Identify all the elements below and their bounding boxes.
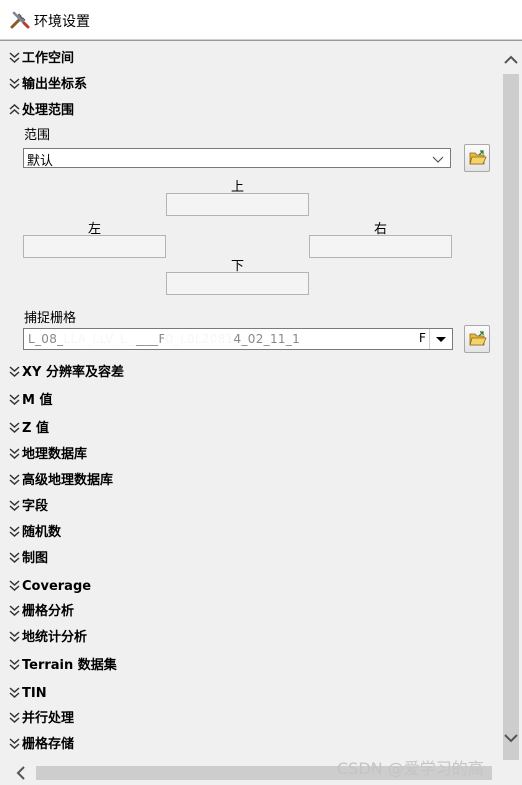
double-chevron-down-icon (8, 365, 21, 377)
section-tin[interactable]: TIN (8, 684, 47, 704)
section-processing-extent[interactable]: 处理范围 (8, 101, 74, 121)
double-chevron-down-icon (8, 579, 21, 591)
extent-left-input[interactable] (23, 235, 166, 258)
section-cartography[interactable]: 制图 (8, 549, 48, 569)
double-chevron-up-icon (8, 103, 21, 115)
section-label: 栅格存储 (22, 737, 75, 752)
title-bar: 环境设置 (0, 0, 522, 40)
snap-raster-value-suffix: F (418, 331, 426, 345)
snap-raster-select[interactable]: L_08_LLA_LLV_L_____F0_L0L20814_02_11_1 F (23, 328, 453, 350)
folder-open-icon (469, 331, 487, 346)
section-xy-resolution[interactable]: XY 分辨率及容差 (8, 363, 124, 383)
section-label: Coverage (22, 579, 92, 594)
double-chevron-down-icon (8, 711, 21, 723)
section-label: 高级地理数据库 (22, 473, 114, 488)
double-chevron-down-icon (8, 421, 21, 433)
double-chevron-down-icon (8, 551, 21, 563)
section-label: 并行处理 (22, 711, 75, 726)
vertical-scroll-thumb[interactable] (503, 74, 519, 762)
tools-icon (9, 9, 31, 31)
scrollbar-corner (500, 760, 522, 785)
section-label: 制图 (22, 551, 49, 566)
double-chevron-down-icon (8, 630, 21, 642)
extent-right-input[interactable] (309, 235, 452, 258)
section-coverage[interactable]: Coverage (8, 577, 91, 597)
section-label: 字段 (22, 499, 49, 514)
double-chevron-down-icon (8, 447, 21, 459)
section-advanced-geodatabase[interactable]: 高级地理数据库 (8, 471, 113, 491)
section-label: Terrain 数据集 (22, 658, 117, 673)
double-chevron-down-icon (8, 604, 21, 616)
section-label: M 值 (22, 393, 53, 408)
extent-range-select[interactable]: 默认 (23, 148, 451, 169)
section-geostatistical-analysis[interactable]: 地统计分析 (8, 628, 87, 648)
watermark: CSDN @爱学习的高 (337, 759, 484, 778)
redaction-mask (372, 331, 424, 348)
section-label: 随机数 (22, 525, 62, 540)
double-chevron-down-icon (8, 525, 21, 537)
double-chevron-down-icon (8, 473, 21, 485)
triangle-down-icon (436, 337, 446, 342)
section-label: 地统计分析 (22, 630, 88, 645)
section-raster-storage[interactable]: 栅格存储 (8, 735, 74, 755)
double-chevron-down-icon (8, 77, 21, 89)
section-label: 地理数据库 (22, 447, 88, 462)
section-label: TIN (22, 686, 47, 701)
section-parallel-processing[interactable]: 并行处理 (8, 709, 74, 729)
section-z-values[interactable]: Z 值 (8, 419, 49, 439)
scroll-down-icon[interactable] (503, 731, 519, 749)
section-fields[interactable]: 字段 (8, 497, 48, 517)
double-chevron-down-icon (8, 737, 21, 749)
double-chevron-down-icon (8, 686, 21, 698)
snap-raster-label: 捕捉栅格 (24, 311, 77, 326)
section-label: Z 值 (22, 421, 49, 436)
section-label: XY 分辨率及容差 (22, 365, 124, 380)
section-terrain-dataset[interactable]: Terrain 数据集 (8, 656, 117, 676)
double-chevron-down-icon (8, 658, 21, 670)
scroll-up-icon[interactable] (503, 53, 519, 71)
window-title: 环境设置 (34, 14, 90, 30)
section-raster-analysis[interactable]: 栅格分析 (8, 602, 74, 622)
chevron-down-icon (432, 154, 444, 164)
folder-open-icon (469, 150, 487, 165)
extent-range-label: 范围 (24, 128, 51, 143)
extent-top-input[interactable] (166, 193, 309, 216)
section-label: 处理范围 (22, 103, 75, 118)
double-chevron-down-icon (8, 393, 21, 405)
dropdown-button[interactable] (429, 329, 452, 349)
double-chevron-down-icon (8, 51, 21, 63)
section-m-values[interactable]: M 值 (8, 391, 52, 411)
redaction-mask (64, 331, 136, 348)
extent-range-value: 默认 (27, 154, 54, 169)
vertical-scrollbar[interactable] (500, 48, 522, 762)
section-label: 栅格分析 (22, 604, 75, 619)
double-chevron-down-icon (8, 499, 21, 511)
section-geodatabase[interactable]: 地理数据库 (8, 445, 87, 465)
section-label: 工作空间 (22, 51, 75, 66)
redaction-mask (164, 331, 234, 348)
browse-snap-raster-button[interactable] (464, 325, 490, 353)
extent-bottom-input[interactable] (166, 272, 309, 295)
scroll-left-icon[interactable] (14, 765, 28, 785)
browse-extent-button[interactable] (464, 144, 490, 172)
section-label: 输出坐标系 (22, 77, 88, 92)
section-random-numbers[interactable]: 随机数 (8, 523, 61, 543)
section-workspace[interactable]: 工作空间 (8, 49, 74, 69)
section-output-coordinate-system[interactable]: 输出坐标系 (8, 75, 87, 95)
